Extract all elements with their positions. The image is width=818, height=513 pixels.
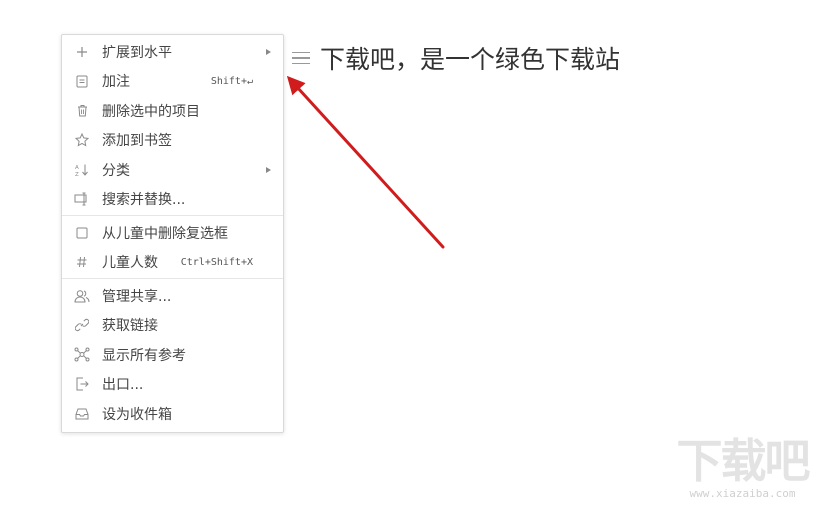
menu-item-manage-sharing[interactable]: 管理共享... (62, 281, 283, 311)
watermark-url: www.xiazaiba.com (689, 487, 796, 500)
menu-item-set-as-inbox[interactable]: 设为收件箱 (62, 399, 283, 429)
menu-item-remove-child-checkboxes[interactable]: 从儿童中删除复选框 (62, 218, 283, 248)
menu-item-label: 搜索并替换... (102, 192, 186, 209)
star-icon (62, 133, 102, 147)
shortcut-hint: Shift+↵ (210, 75, 253, 87)
submenu-arrow-icon (266, 166, 271, 173)
menu-item-show-all-references[interactable]: 显示所有参考 (62, 340, 283, 370)
sort-az-icon: AZ (62, 163, 102, 177)
menu-item-label: 分类 (102, 162, 130, 179)
menu-item-annotate[interactable]: 加注 Shift+↵ (62, 67, 283, 97)
menu-item-get-link[interactable]: 获取链接 (62, 311, 283, 341)
menu-item-label: 添加到书签 (102, 133, 172, 150)
menu-item-label: 管理共享... (102, 288, 172, 305)
checkbox-icon (62, 227, 102, 239)
menu-item-label: 从儿童中删除复选框 (102, 225, 228, 242)
menu-item-label: 获取链接 (102, 318, 158, 335)
menu-item-delete-selected[interactable]: 删除选中的项目 (62, 96, 283, 126)
menu-item-sort[interactable]: AZ 分类 (62, 155, 283, 185)
menu-item-label: 扩展到水平 (102, 44, 172, 61)
plus-icon (62, 46, 102, 58)
context-menu: 扩展到水平 加注 Shift+↵ 删除选中的项目 添加到书签 AZ 分类 搜索并… (61, 34, 284, 433)
menu-item-expand-horizontal[interactable]: 扩展到水平 (62, 37, 283, 67)
submenu-arrow-icon (266, 48, 271, 55)
drag-handle-icon[interactable] (292, 48, 310, 69)
menu-item-label: 删除选中的项目 (102, 103, 200, 120)
shortcut-hint: Ctrl+Shift+X (180, 256, 253, 268)
menu-item-label: 儿童人数 (102, 255, 158, 272)
trash-icon (62, 104, 102, 117)
watermark-logo: 下载吧 www.xiazaiba.com (675, 434, 811, 505)
menu-item-child-count[interactable]: 儿童人数 Ctrl+Shift+X (62, 248, 283, 278)
menu-item-label: 设为收件箱 (102, 406, 172, 423)
share-users-icon (62, 289, 102, 303)
menu-item-label: 加注 (102, 74, 130, 91)
references-icon (62, 347, 102, 362)
hash-icon (62, 256, 102, 268)
export-icon (62, 377, 102, 391)
svg-text:A: A (75, 165, 79, 171)
link-icon (62, 318, 102, 332)
search-replace-icon (62, 192, 102, 206)
menu-item-export[interactable]: 出口... (62, 370, 283, 400)
watermark-text: 下载吧 (676, 434, 811, 488)
menu-item-label: 出口... (102, 377, 144, 394)
menu-item-add-bookmark[interactable]: 添加到书签 (62, 126, 283, 156)
menu-item-label: 显示所有参考 (102, 347, 186, 364)
outline-node[interactable]: 下载吧，是一个绿色下载站 (292, 38, 620, 78)
svg-text:Z: Z (75, 172, 79, 177)
menu-separator (62, 215, 283, 216)
menu-separator (62, 278, 283, 279)
inbox-icon (62, 408, 102, 420)
node-text[interactable]: 下载吧，是一个绿色下载站 (320, 40, 620, 76)
note-icon (62, 75, 102, 88)
menu-item-search-replace[interactable]: 搜索并替换... (62, 185, 283, 215)
